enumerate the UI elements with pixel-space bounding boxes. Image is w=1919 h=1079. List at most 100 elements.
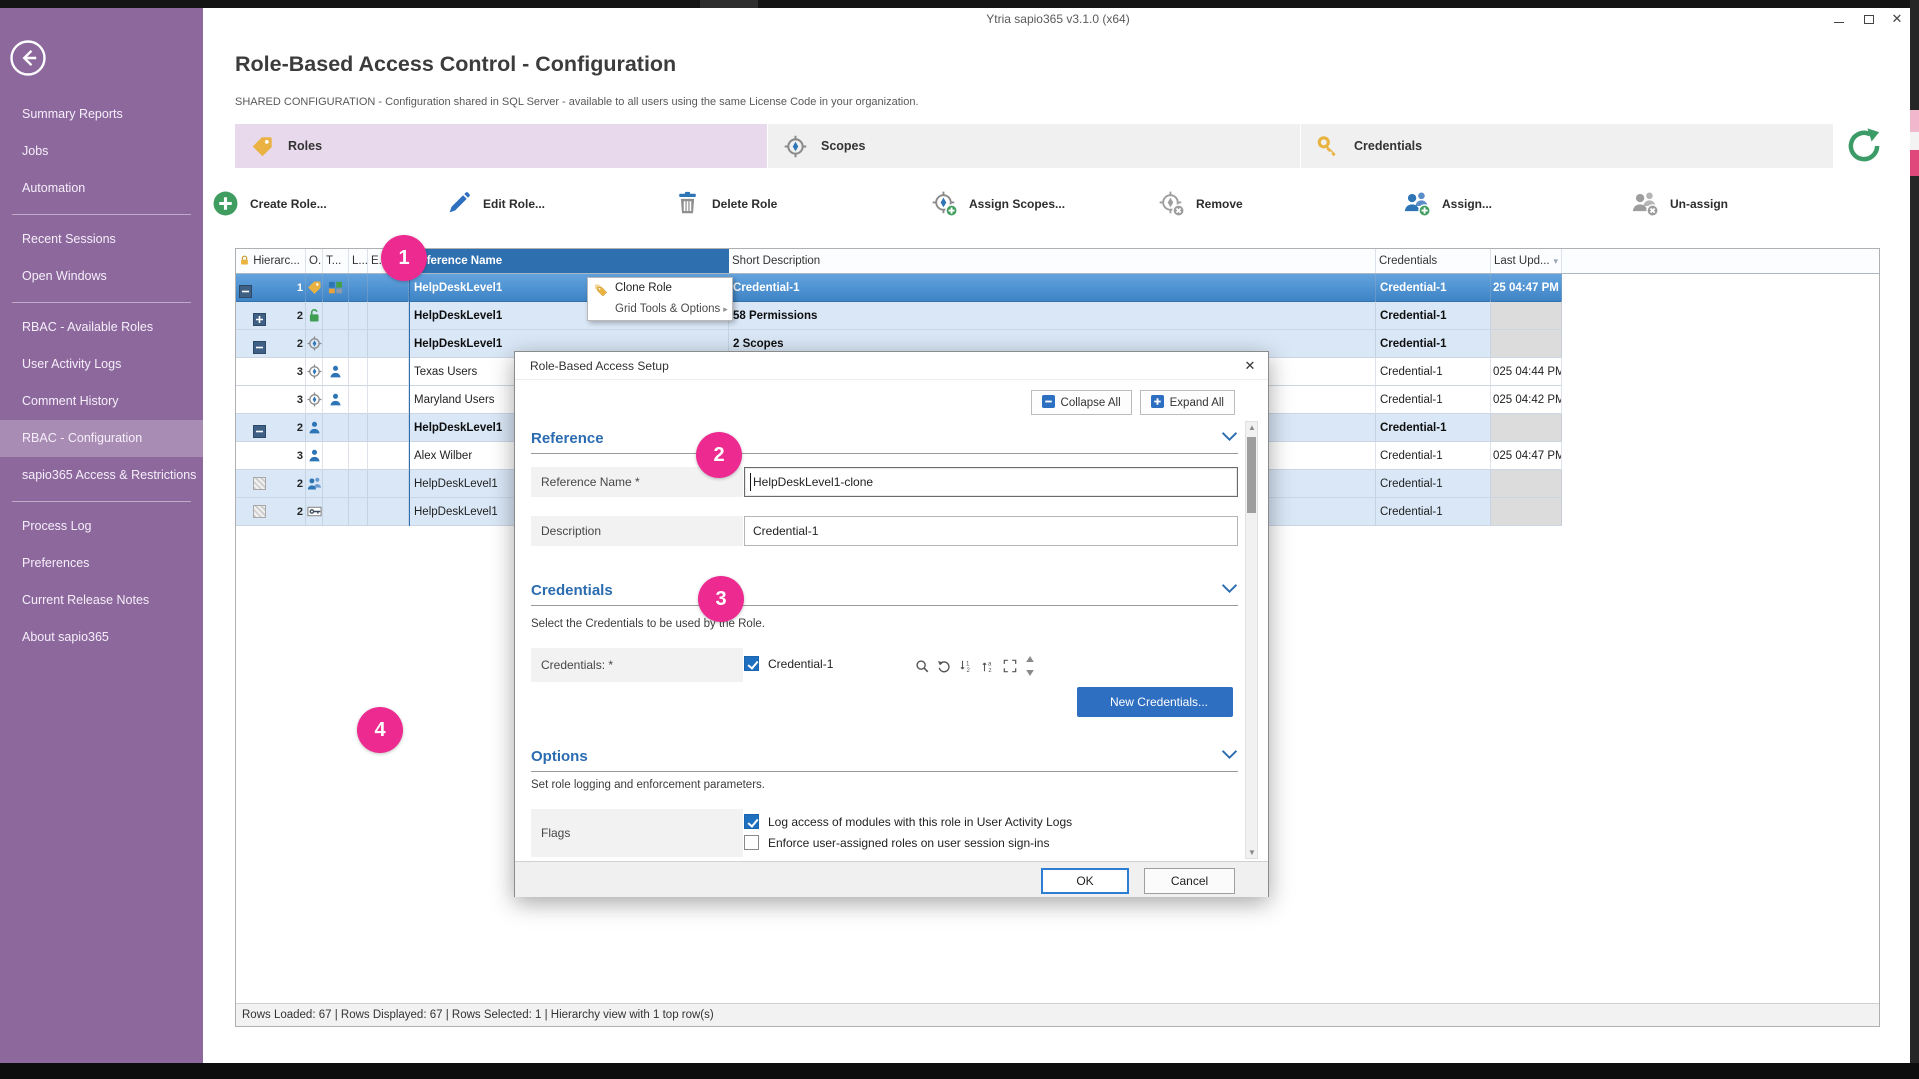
flag-checkbox[interactable] <box>744 814 759 829</box>
column-header-o-[interactable]: O... <box>306 249 323 273</box>
collapse-icon[interactable] <box>253 337 266 350</box>
dialog-titlebar: Role-Based Access Setup <box>515 352 1268 380</box>
sidebar-divider <box>12 501 191 502</box>
sidebar-item-user-activity-logs[interactable]: User Activity Logs <box>0 346 203 383</box>
chevron-down-icon[interactable] <box>1221 429 1238 447</box>
row-checkbox[interactable] <box>253 477 266 490</box>
table-row[interactable]: 1HelpDeskLevel1Credential-1Credential-12… <box>236 274 1879 302</box>
person-icon <box>328 386 343 414</box>
desktop-right-strip <box>1910 0 1919 1079</box>
sidebar-item-open-windows[interactable]: Open Windows <box>0 258 203 295</box>
assign--button[interactable]: Assign... <box>1404 190 1492 217</box>
description-label: Description <box>531 516 743 546</box>
expand-brackets-icon[interactable] <box>1003 657 1017 675</box>
back-button[interactable] <box>8 38 48 78</box>
section-reference: Reference <box>531 429 1238 454</box>
options-hint: Set role logging and enforcement paramet… <box>531 779 765 791</box>
tab-credentials[interactable]: Credentials <box>1301 124 1833 168</box>
create-role--button[interactable]: Create Role... <box>212 190 327 217</box>
toolbar-label: Assign Scopes... <box>969 197 1065 211</box>
edit-role--button[interactable]: Edit Role... <box>445 190 545 217</box>
menu-item-clone-role[interactable]: Clone Role <box>588 278 732 299</box>
section-credentials-header[interactable]: Credentials <box>531 581 1238 599</box>
sidebar-item-rbac-available-roles[interactable]: RBAC - Available Roles <box>0 309 203 346</box>
collapse-icon[interactable] <box>253 421 266 434</box>
column-header-reference-name[interactable]: Reference Name <box>409 249 729 273</box>
column-header-t-[interactable]: T... <box>323 249 349 273</box>
spinner-up-down-icon[interactable] <box>1025 655 1035 677</box>
un-assign-button[interactable]: Un-assign <box>1632 190 1728 217</box>
credential-option-row: Credential-1 <box>744 656 833 671</box>
column-header-short-description[interactable]: Short Description <box>729 249 1376 273</box>
sidebar-item-recent-sessions[interactable]: Recent Sessions <box>0 221 203 258</box>
scrollbar-thumb[interactable] <box>1247 437 1256 513</box>
expand-all-button[interactable]: Expand All <box>1140 390 1235 415</box>
svg-text:2: 2 <box>966 667 970 673</box>
svg-text:z: z <box>988 667 991 673</box>
collapse-icon[interactable] <box>239 281 252 294</box>
toolbar-label: Un-assign <box>1670 197 1728 211</box>
scroll-down-icon[interactable]: ▼ <box>1248 848 1256 857</box>
sidebar-item-current-release-notes[interactable]: Current Release Notes <box>0 582 203 619</box>
tab-scopes[interactable]: Scopes <box>768 124 1300 168</box>
section-options-header[interactable]: Options <box>531 747 1238 765</box>
sidebar-item-sapio365-access-restrictions[interactable]: sapio365 Access & Restrictions <box>0 457 203 494</box>
sort-num-icon[interactable]: 12 <box>959 657 973 675</box>
collapse-all-button[interactable]: Collapse All <box>1031 390 1132 415</box>
section-reference-header[interactable]: Reference <box>531 429 1238 447</box>
column-header-hierarc-[interactable]: Hierarc... <box>236 249 306 273</box>
chevron-down-icon[interactable] <box>1221 747 1238 765</box>
sidebar-item-automation[interactable]: Automation <box>0 170 203 207</box>
sidebar-item-summary-reports[interactable]: Summary Reports <box>0 96 203 133</box>
column-header-last-upd-[interactable]: Last Upd...▾ <box>1491 249 1562 273</box>
hierarchy-level: 3 <box>297 442 303 470</box>
description-input[interactable] <box>744 516 1238 546</box>
sidebar-item-process-log[interactable]: Process Log <box>0 508 203 545</box>
flag-label: Log access of modules with this role in … <box>768 815 1072 829</box>
cancel-button[interactable]: Cancel <box>1144 868 1235 894</box>
sidebar-item-jobs[interactable]: Jobs <box>0 133 203 170</box>
cell-last-updated <box>1491 470 1562 498</box>
close-icon[interactable]: ✕ <box>1888 11 1906 27</box>
credential-checkbox[interactable] <box>744 656 759 671</box>
expand-icon[interactable] <box>253 309 266 322</box>
column-header-credentials[interactable]: Credentials <box>1376 249 1491 273</box>
assign-scopes--button[interactable]: Assign Scopes... <box>931 190 1065 217</box>
sidebar-item-about-sapio365[interactable]: About sapio365 <box>0 619 203 656</box>
flag-checkbox[interactable] <box>744 835 759 850</box>
sidebar-item-comment-history[interactable]: Comment History <box>0 383 203 420</box>
minimize-icon[interactable] <box>1830 11 1848 27</box>
row-checkbox[interactable] <box>253 505 266 518</box>
section-credentials: Credentials <box>531 581 1238 606</box>
tab-label: Scopes <box>821 139 865 153</box>
sidebar-item-rbac-configuration[interactable]: RBAC - Configuration <box>0 420 203 457</box>
cell-last-updated: 025 04:42 PM <box>1491 386 1562 414</box>
toolbar-label: Remove <box>1196 197 1243 211</box>
dialog-close-icon[interactable]: ✕ <box>1241 357 1259 375</box>
refresh-icon[interactable] <box>1845 127 1883 165</box>
scroll-up-icon[interactable]: ▲ <box>1248 423 1256 432</box>
hierarchy-level: 1 <box>297 274 303 302</box>
frozen-column-divider <box>409 249 410 526</box>
tab-roles[interactable]: Roles <box>235 124 767 168</box>
ok-button[interactable]: OK <box>1041 868 1129 894</box>
remove-button[interactable]: Remove <box>1158 190 1243 217</box>
table-row[interactable]: 2HelpDeskLevel158 PermissionsCredential-… <box>236 302 1879 330</box>
padlock-icon <box>307 302 322 330</box>
dialog-scrollbar[interactable]: ▲ ▼ <box>1245 421 1258 859</box>
column-header-l-[interactable]: L... <box>349 249 368 273</box>
tag-icon <box>307 274 322 302</box>
menu-item-grid-tools-options[interactable]: Grid Tools & Options▸ <box>588 299 732 320</box>
desktop-top-strip <box>0 0 1919 8</box>
background-window-sliver <box>1910 150 1919 176</box>
cell-last-updated: 25 04:47 PM <box>1491 274 1562 302</box>
new-credentials-button[interactable]: New Credentials... <box>1077 687 1233 717</box>
delete-role-button[interactable]: Delete Role <box>674 190 777 217</box>
sidebar-item-preferences[interactable]: Preferences <box>0 545 203 582</box>
reference-name-input[interactable] <box>744 467 1238 497</box>
maximize-icon[interactable] <box>1860 11 1878 27</box>
chevron-down-icon[interactable] <box>1221 581 1238 599</box>
search-icon[interactable] <box>915 657 929 675</box>
sort-alpha-icon[interactable]: az <box>981 657 995 675</box>
undo-icon[interactable] <box>937 657 951 675</box>
